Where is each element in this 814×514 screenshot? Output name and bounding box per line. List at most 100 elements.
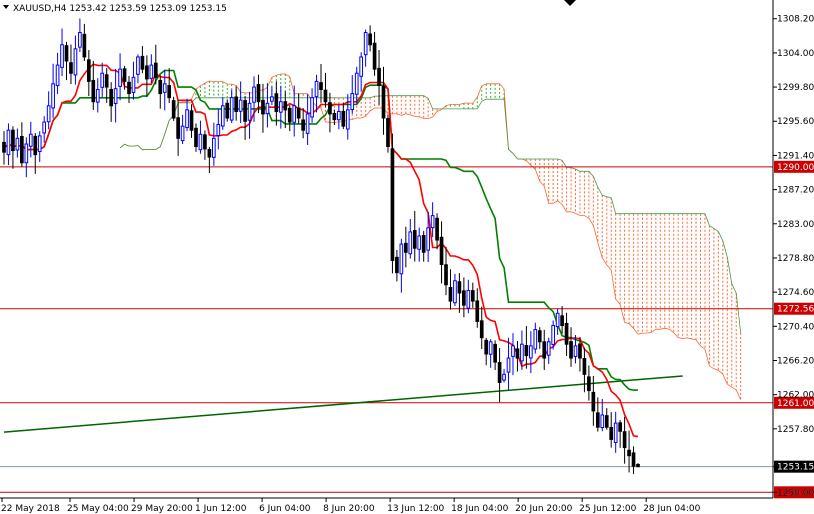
candle-body[interactable]: [33, 135, 38, 156]
dropdown-triangle-icon[interactable]: [3, 5, 9, 9]
candle-body[interactable]: [229, 97, 234, 121]
candle-body[interactable]: [180, 125, 185, 142]
candle-body[interactable]: [136, 56, 140, 75]
candle-body[interactable]: [328, 102, 332, 115]
candle-body[interactable]: [542, 341, 547, 359]
candle-body[interactable]: [341, 110, 346, 127]
candle-body[interactable]: [82, 33, 87, 58]
candle-body[interactable]: [55, 64, 60, 87]
candle-body[interactable]: [305, 113, 310, 134]
candle-body[interactable]: [613, 422, 618, 443]
candle-body[interactable]: [524, 345, 529, 357]
candle-body[interactable]: [332, 112, 337, 121]
candle-body[interactable]: [287, 107, 292, 123]
candle-body[interactable]: [569, 341, 573, 359]
candle-body[interactable]: [167, 85, 172, 99]
candle-body[interactable]: [314, 80, 319, 98]
candle-body[interactable]: [6, 129, 11, 156]
candle-body[interactable]: [564, 322, 569, 345]
candle-body[interactable]: [113, 88, 118, 104]
candle-body[interactable]: [189, 110, 194, 131]
candle-body[interactable]: [497, 362, 502, 383]
candle-body[interactable]: [457, 281, 462, 294]
candle-body[interactable]: [372, 42, 377, 70]
candle-body[interactable]: [95, 89, 100, 103]
candle-body[interactable]: [439, 236, 444, 265]
candle-body[interactable]: [609, 427, 614, 440]
candle-body[interactable]: [453, 280, 457, 304]
candle-body[interactable]: [185, 109, 189, 129]
candle-body[interactable]: [234, 96, 239, 112]
candle-body[interactable]: [493, 343, 497, 363]
candle-body[interactable]: [122, 68, 127, 82]
candle-body[interactable]: [479, 320, 484, 339]
candle-body[interactable]: [386, 118, 390, 147]
candle-body[interactable]: [319, 82, 323, 91]
candle-body[interactable]: [24, 143, 29, 164]
candle-body[interactable]: [274, 93, 279, 112]
candle-body[interactable]: [345, 109, 350, 130]
candle-body[interactable]: [399, 243, 404, 275]
candle-body[interactable]: [78, 32, 82, 48]
candle-body[interactable]: [238, 99, 243, 112]
candle-body[interactable]: [555, 312, 560, 328]
candle-body[interactable]: [636, 463, 640, 468]
candle-body[interactable]: [140, 55, 145, 70]
candle-body[interactable]: [216, 124, 221, 137]
candle-body[interactable]: [131, 76, 136, 93]
candle-body[interactable]: [475, 300, 480, 322]
candle-body[interactable]: [377, 67, 381, 86]
candle-body[interactable]: [520, 343, 524, 362]
candle-body[interactable]: [462, 290, 466, 306]
candle-body[interactable]: [225, 102, 230, 119]
candle-body[interactable]: [270, 96, 274, 102]
candle-body[interactable]: [109, 88, 113, 107]
candle-body[interactable]: [162, 83, 167, 93]
candle-body[interactable]: [100, 72, 105, 88]
candle-body[interactable]: [466, 290, 471, 309]
candle-body[interactable]: [11, 129, 15, 152]
candle-body[interactable]: [448, 286, 453, 302]
candle-body[interactable]: [158, 79, 163, 95]
candle-body[interactable]: [363, 32, 368, 56]
candle-body[interactable]: [171, 100, 176, 119]
candle-body[interactable]: [582, 357, 587, 375]
candle-body[interactable]: [104, 74, 109, 88]
candle-body[interactable]: [604, 415, 609, 428]
candle-body[interactable]: [265, 102, 270, 115]
candle-body[interactable]: [390, 148, 395, 261]
candle-body[interactable]: [118, 68, 122, 87]
trendline[interactable]: [3, 375, 683, 433]
candle-body[interactable]: [91, 79, 96, 103]
candle-body[interactable]: [207, 148, 212, 158]
candle-body[interactable]: [198, 133, 203, 151]
candle-body[interactable]: [403, 242, 408, 253]
candle-body[interactable]: [37, 135, 42, 153]
candle-body[interactable]: [354, 72, 359, 95]
candle-body[interactable]: [86, 59, 91, 82]
candle-body[interactable]: [283, 101, 288, 111]
candle-body[interactable]: [261, 99, 265, 115]
price-chart[interactable]: 1290.001272.561261.001250.00 1250.001253…: [0, 0, 814, 514]
candle-body[interactable]: [256, 84, 261, 103]
candle-body[interactable]: [220, 105, 225, 127]
candle-body[interactable]: [421, 235, 426, 253]
candle-body[interactable]: [587, 376, 591, 392]
candle-body[interactable]: [618, 422, 622, 432]
candle-body[interactable]: [578, 343, 582, 359]
candle-body[interactable]: [551, 324, 556, 345]
candle-body[interactable]: [60, 44, 64, 68]
candle-body[interactable]: [212, 137, 216, 158]
candle-body[interactable]: [153, 62, 158, 78]
candle-body[interactable]: [69, 62, 73, 74]
candle-body[interactable]: [395, 256, 399, 274]
candle-body[interactable]: [546, 341, 551, 356]
candle-body[interactable]: [426, 227, 430, 251]
candle-body[interactable]: [252, 86, 256, 103]
candle-body[interactable]: [573, 345, 578, 357]
candle-body[interactable]: [247, 102, 252, 121]
candle-body[interactable]: [292, 105, 297, 123]
candle-body[interactable]: [64, 45, 69, 62]
candle-body[interactable]: [310, 97, 314, 118]
candle-body[interactable]: [149, 64, 154, 79]
